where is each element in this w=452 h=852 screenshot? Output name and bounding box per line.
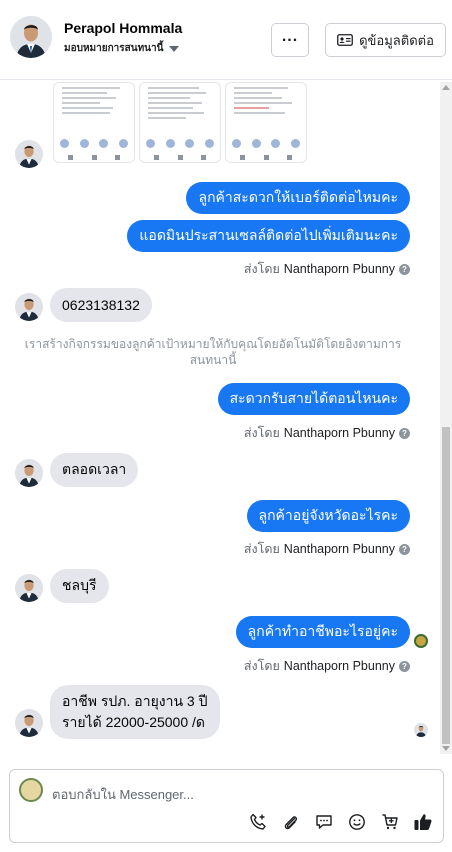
shared-image-thumbnail[interactable] [53, 82, 135, 163]
view-contact-label: ดูข้อมูลติดต่อ [359, 32, 434, 48]
incoming-message[interactable]: ชลบุรี [50, 569, 109, 603]
contact-avatar-small [15, 459, 43, 487]
chat-bubble-icon[interactable] [314, 812, 334, 832]
contact-card-icon [337, 34, 353, 46]
outgoing-message[interactable]: ลูกค้าสะดวกให้เบอร์ติดต่อไหมคะ [186, 182, 410, 214]
chevron-down-icon [169, 45, 180, 52]
contact-avatar-small [15, 293, 43, 321]
phone-plus-icon[interactable] [248, 812, 268, 832]
sender-name: Nanthaporn Pbunny [283, 542, 395, 556]
outgoing-message[interactable]: แอดมินประสานเซลล์ติดต่อไปเพิ่มเติมนะคะ [127, 220, 410, 252]
help-icon[interactable]: ? [399, 263, 410, 275]
incoming-message[interactable]: อาชีพ รปภ. อายุงาน 3 ปี รายได้ 22000-250… [50, 685, 220, 739]
composer-toolbar [248, 812, 433, 832]
sent-by-note: ส่งโดย Nanthaporn Pbunny ? [244, 539, 410, 559]
conversation-header: Perapol Hommala มอบหมายการสนทนานี้ ... ด… [0, 0, 452, 80]
thread-scrollbar[interactable] [440, 82, 452, 754]
view-contact-button[interactable]: ดูข้อมูลติดต่อ [325, 23, 446, 57]
system-notice: เราสร้างกิจกรรมของลูกค้าเป้าหมายให้กับคุ… [24, 337, 402, 367]
reply-input[interactable]: ตอบกลับใน Messenger... [52, 784, 194, 805]
incoming-message[interactable]: ตลอดเวลา [50, 453, 139, 487]
incoming-message[interactable]: 0623138132 [50, 288, 152, 322]
scroll-down-icon[interactable] [442, 746, 450, 751]
contact-avatar-small [15, 140, 43, 168]
shared-image-thumbnail[interactable] [139, 82, 221, 163]
message-line: รายได้ 22000-25000 /ด [62, 714, 206, 730]
sent-by-note: ส่งโดย Nanthaporn Pbunny ? [244, 259, 410, 279]
help-icon[interactable]: ? [399, 543, 410, 555]
message-line: อาชีพ รปภ. อายุงาน 3 ปี [62, 693, 208, 709]
sent-by-note: ส่งโดย Nanthaporn Pbunny ? [244, 423, 410, 443]
contact-avatar[interactable] [10, 16, 52, 58]
scrollbar-thumb[interactable] [442, 427, 450, 744]
seen-receipt-icon [414, 634, 428, 648]
page-avatar [19, 778, 43, 802]
scroll-up-icon[interactable] [442, 85, 450, 90]
thumbs-up-icon[interactable] [413, 812, 433, 832]
assign-label: มอบหมายการสนทนานี้ [64, 43, 164, 54]
sent-by-prefix: ส่งโดย [243, 659, 280, 673]
help-icon[interactable]: ? [399, 427, 410, 439]
sent-by-prefix: ส่งโดย [243, 262, 280, 276]
sender-name: Nanthaporn Pbunny [283, 426, 395, 440]
outgoing-message[interactable]: สะดวกรับสายได้ตอนไหนคะ [217, 383, 410, 415]
shared-image-thumbnail[interactable] [225, 82, 307, 163]
contact-name: Perapol Hommala [64, 20, 183, 36]
read-receipt-avatar [414, 723, 428, 737]
sent-by-prefix: ส่งโดย [243, 426, 280, 440]
outgoing-message[interactable]: ลูกค้าทำอาชีพอะไรอยู่คะ [235, 616, 410, 648]
paperclip-icon[interactable] [281, 812, 301, 832]
contact-avatar-small [15, 574, 43, 602]
more-dots-label: ... [281, 28, 299, 45]
emoji-icon[interactable] [347, 812, 367, 832]
assign-conversation-dropdown[interactable]: มอบหมายการสนทนานี้ [64, 41, 180, 56]
sent-by-prefix: ส่งโดย [243, 542, 280, 556]
more-options-button[interactable]: ... [271, 23, 309, 57]
sent-by-note: ส่งโดย Nanthaporn Pbunny ? [244, 656, 410, 676]
outgoing-message[interactable]: ลูกค้าอยู่จังหวัดอะไรคะ [246, 500, 410, 532]
sender-name: Nanthaporn Pbunny [283, 659, 395, 673]
reply-composer[interactable]: ตอบกลับใน Messenger... [9, 769, 444, 843]
cart-plus-icon[interactable] [380, 812, 400, 832]
contact-avatar-small [15, 709, 43, 737]
sender-name: Nanthaporn Pbunny [283, 262, 395, 276]
help-icon[interactable]: ? [399, 660, 410, 672]
